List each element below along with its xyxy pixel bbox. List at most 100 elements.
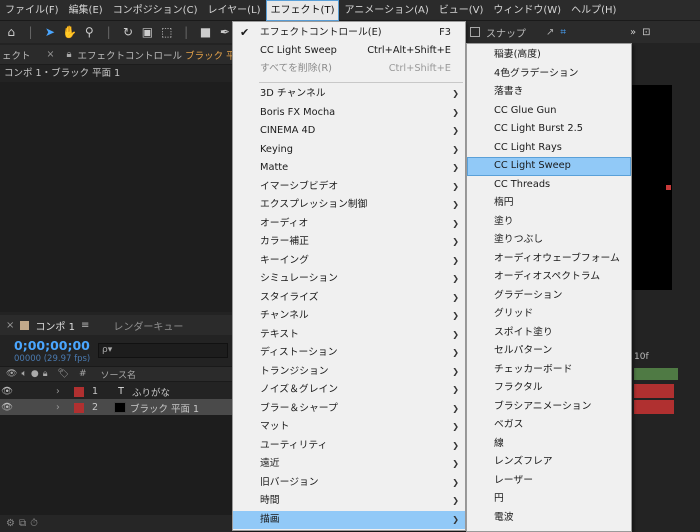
audio-toggle[interactable] [14,385,28,398]
menu-category-boris-fx-mocha[interactable]: Boris FX Mocha ❯ [233,104,465,122]
label-color-swatch[interactable] [74,402,84,413]
menu-category-generate[interactable]: 描画 ❯ [233,510,465,529]
menu-layer[interactable]: レイヤー(L) [202,0,265,21]
menu-window[interactable]: ウィンドウ(W) [488,0,566,21]
menu-category-utility[interactable]: ユーティリティ ❯ [233,437,465,455]
submenu-item-audio-waveform[interactable]: オーディオウェーブフォーム [467,250,631,269]
menu-composition[interactable]: コンポジション(C) [108,0,203,21]
toggle-switches-icon[interactable]: ⚙ [6,518,15,529]
menu-category-3d-channel[interactable]: 3D チャンネル ❯ [233,85,465,103]
menu-category-time[interactable]: 時間 ❯ [233,492,465,510]
submenu-item-beam[interactable]: レーザー [467,472,631,491]
workspace-icon[interactable]: ⊡ [642,27,650,38]
layer-name[interactable]: ふりがな [132,385,170,399]
pen-tool-icon[interactable]: ✒ [218,24,232,40]
submenu-item-ellipse[interactable]: 楕円 [467,194,631,213]
visibility-eye-icon[interactable]: 👁︎ [0,386,14,397]
close-tab-icon[interactable]: × [47,49,55,60]
menu-category-immersive-video[interactable]: イマーシブビデオ ❯ [233,178,465,196]
menu-category-matte[interactable]: マット ❯ [233,418,465,436]
submenu-item-cell-pattern[interactable]: セルパターン [467,342,631,361]
submenu-item-eyedropper-fill[interactable]: スポイト塗り [467,324,631,343]
tab-project-partial[interactable]: ェクト [2,48,31,62]
menu-category-stylize[interactable]: スタイライズ ❯ [233,289,465,307]
layer-name[interactable]: ブラック 平面 1 [130,401,199,415]
menu-file[interactable]: ファイル(F) [0,0,64,21]
menu-category-keying[interactable]: キーイング ❯ [233,252,465,270]
pan-behind-tool-icon[interactable]: ⬚ [160,24,174,40]
selection-tool-icon[interactable]: ➤ [43,24,57,40]
menu-category-transition[interactable]: トランジション ❯ [233,363,465,381]
toggle-modes-icon[interactable]: ⧉ [19,518,26,529]
render-time-icon[interactable]: ⏱ [30,518,38,529]
menu-category-expression-controls[interactable]: エクスプレッション制御 ❯ [233,196,465,214]
submenu-item-checkerboard[interactable]: チェッカーボード [467,361,631,380]
rotate-tool-icon[interactable]: ↻ [121,24,135,40]
menu-view[interactable]: ビュー(V) [434,0,489,21]
submenu-item-write-on[interactable]: ブラシアニメーション [467,398,631,417]
lock-toggle[interactable] [42,401,56,414]
submenu-item-radio-waves[interactable]: 電波 [467,509,631,528]
layer-duration-bar[interactable] [634,384,674,398]
layer-row[interactable]: 👁︎ › 2 ブラック 平面 1 [0,399,232,416]
tab-render-queue[interactable]: レンダーキュー [113,318,183,333]
panel-menu-icon[interactable]: ≡ [81,320,89,331]
menu-help[interactable]: ヘルプ(H) [566,0,621,21]
zoom-tool-icon[interactable]: ⚲ [82,24,96,40]
submenu-item-fill[interactable]: 塗り [467,213,631,232]
submenu-item-cc-glue-gun[interactable]: CC Glue Gun [467,102,631,121]
tab-effect-controls[interactable]: エフェクトコントロール ブラック 平 [78,48,236,62]
lock-icon[interactable]: 🔒︎ [66,49,71,60]
menu-category-audio[interactable]: オーディオ ❯ [233,215,465,233]
menu-effect[interactable]: エフェクト(T) [265,0,340,21]
menu-category-obsolete[interactable]: 旧バージョン ❯ [233,474,465,492]
camera-tool-icon[interactable]: ▣ [140,24,154,40]
menu-category-text[interactable]: テキスト ❯ [233,326,465,344]
menu-category-simulation[interactable]: シミュレーション ❯ [233,270,465,288]
home-icon[interactable]: ⌂ [4,24,18,40]
shape-tool-icon[interactable]: ■ [198,24,212,40]
submenu-item-grid[interactable]: グリッド [467,305,631,324]
submenu-item-audio-spectrum[interactable]: オーディオスペクトラム [467,268,631,287]
close-tab-icon[interactable]: × [6,320,14,331]
visibility-eye-icon[interactable]: 👁︎ [0,402,14,413]
lock-toggle[interactable] [42,385,56,398]
layer-row[interactable]: 👁︎ › 1 T ふりがな [0,383,232,400]
submenu-item-circle[interactable]: 円 [467,490,631,509]
layer-duration-bar[interactable] [634,400,674,414]
submenu-item-vegas[interactable]: ベガス [467,416,631,435]
snap-option-icon[interactable]: ↗ [546,27,554,38]
submenu-item-scribble[interactable]: 落書き [467,83,631,102]
menu-category-keying-en[interactable]: Keying ❯ [233,141,465,159]
submenu-item-fractal[interactable]: フラクタル [467,379,631,398]
menu-category-matte-en[interactable]: Matte ❯ [233,159,465,177]
solo-toggle[interactable] [28,385,42,398]
submenu-item-gradient-ramp[interactable]: グラデーション [467,287,631,306]
source-name-header[interactable]: ソース名 [100,368,136,381]
menu-category-perspective[interactable]: 遠近 ❯ [233,455,465,473]
work-area-bar[interactable] [634,368,678,380]
toolbar-overflow-icon[interactable]: » [630,27,636,38]
snap-grid-icon[interactable]: ⌗ [560,27,566,38]
expand-chevron-icon[interactable]: › [56,386,66,397]
current-timecode[interactable]: 0;00;00;00 [14,338,90,353]
submenu-item-lens-flare[interactable]: レンズフレア [467,453,631,472]
submenu-item-4-color-gradient[interactable]: 4色グラデーション [467,65,631,84]
menu-category-color-correction[interactable]: カラー補正 ❯ [233,233,465,251]
menu-category-distortion[interactable]: ディストーション ❯ [233,344,465,362]
hand-tool-icon[interactable]: ✋ [62,24,77,40]
tab-comp-1[interactable]: コンポ 1 [35,318,75,333]
menu-category-channel[interactable]: チャンネル ❯ [233,307,465,325]
submenu-item-cc-light-rays[interactable]: CC Light Rays [467,139,631,158]
menu-item-effect-controls[interactable]: ✔ エフェクトコントロール(E) F3 [233,24,465,42]
submenu-item-cc-threads[interactable]: CC Threads [467,176,631,195]
audio-toggle[interactable] [14,401,28,414]
menu-animation[interactable]: アニメーション(A) [339,0,433,21]
layer-search-input[interactable]: ρ▾ [98,343,228,358]
submenu-item-paint-bucket[interactable]: 塗りつぶし [467,231,631,250]
submenu-item-cc-light-burst[interactable]: CC Light Burst 2.5 [467,120,631,139]
menu-item-last-effect[interactable]: CC Light Sweep Ctrl+Alt+Shift+E [233,42,465,60]
menu-category-noise-grain[interactable]: ノイズ＆グレイン ❯ [233,381,465,399]
snap-checkbox[interactable] [470,27,480,37]
label-color-swatch[interactable] [74,386,84,397]
